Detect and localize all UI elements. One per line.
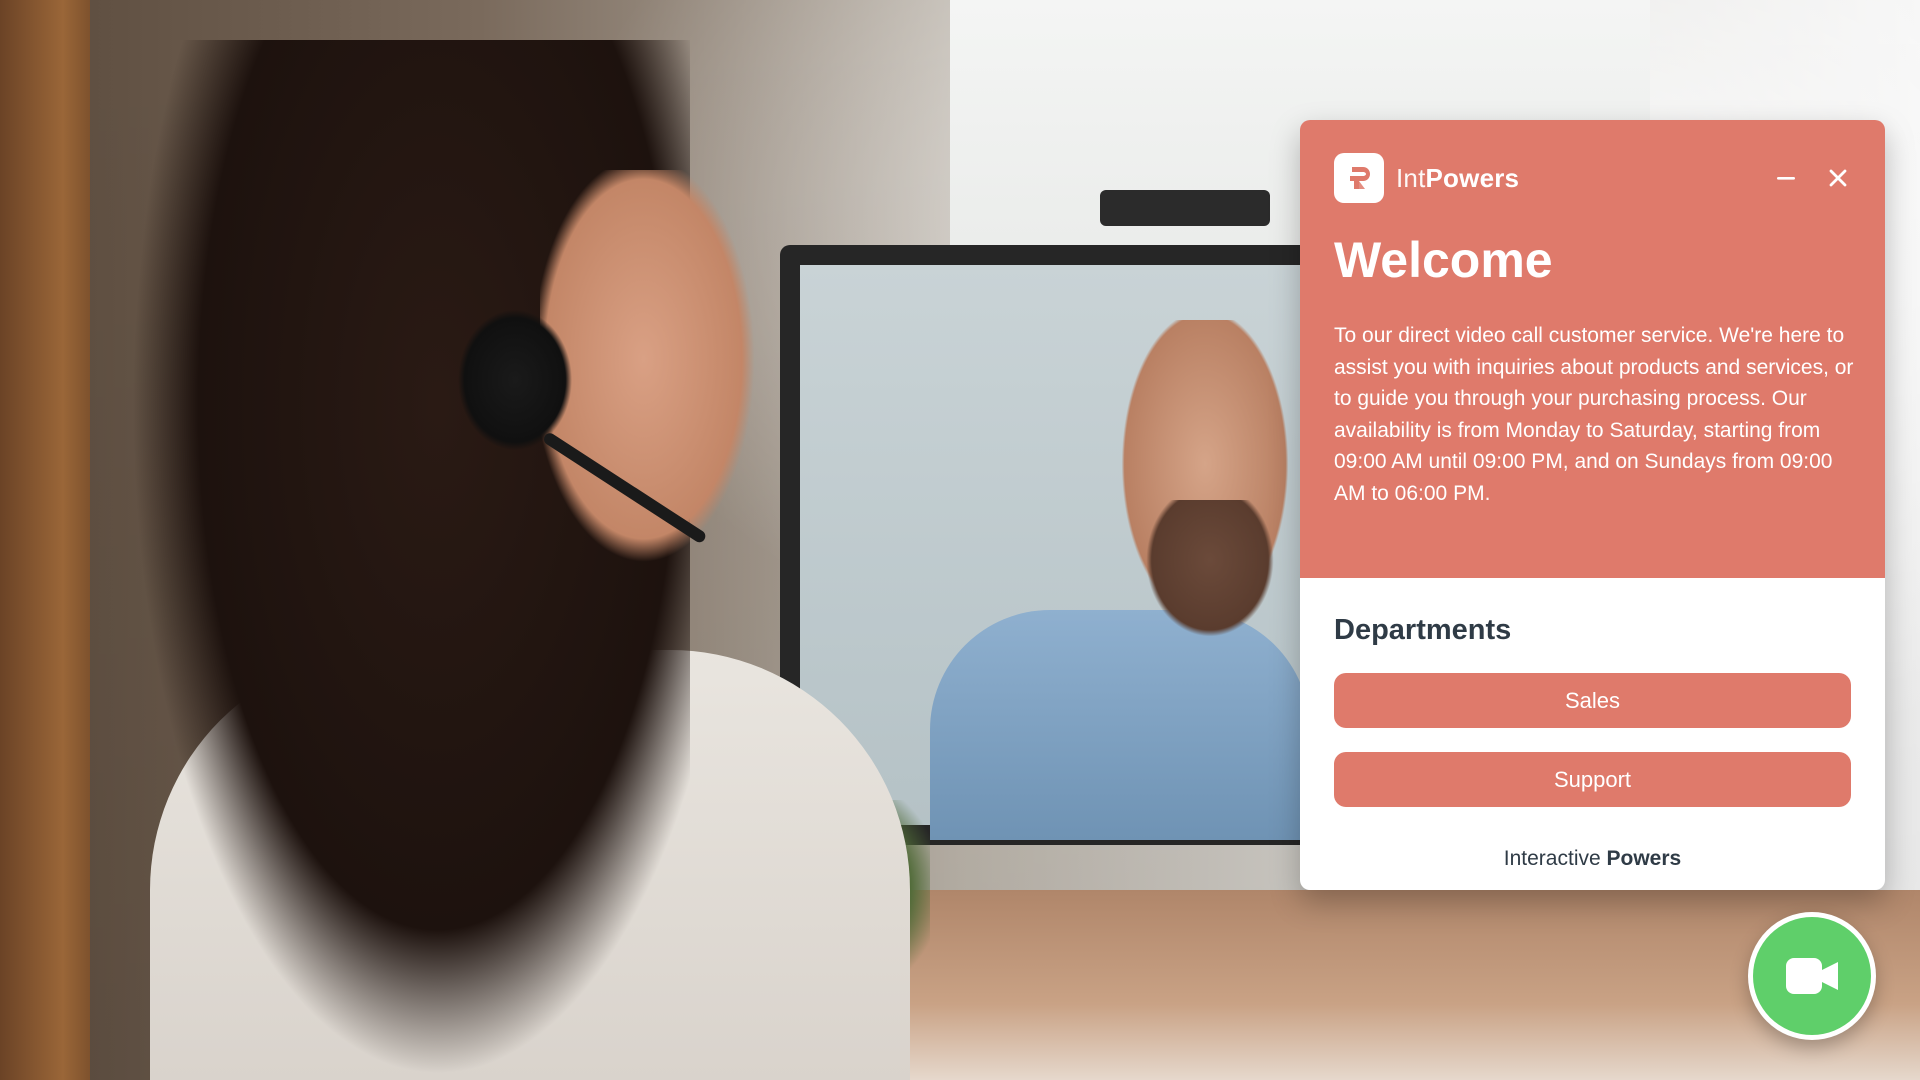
welcome-intro-text: To our direct video call customer servic… bbox=[1334, 324, 1854, 505]
widget-footer: Interactive Powers bbox=[1300, 847, 1885, 871]
brand-name: IntPowers bbox=[1396, 152, 1519, 204]
video-call-button[interactable] bbox=[1748, 912, 1876, 1040]
window-controls bbox=[1769, 160, 1855, 196]
background-webcam bbox=[1100, 190, 1270, 226]
close-button[interactable] bbox=[1821, 161, 1855, 195]
intpowers-logo-icon bbox=[1334, 153, 1384, 203]
close-icon bbox=[1829, 169, 1847, 187]
brand: IntPowers bbox=[1334, 152, 1519, 204]
video-call-button-inner bbox=[1753, 917, 1871, 1035]
department-support-button[interactable]: Support bbox=[1334, 752, 1851, 807]
chat-widget: IntPowers Welcome To our direct video ca… bbox=[1300, 120, 1885, 890]
minimize-icon bbox=[1777, 177, 1795, 180]
widget-header: IntPowers Welcome To our direct video ca… bbox=[1300, 120, 1885, 578]
welcome-title: Welcome bbox=[1334, 232, 1553, 288]
background-headset bbox=[450, 300, 580, 460]
footer-text-part1: Interactive bbox=[1503, 847, 1607, 870]
departments-title: Departments bbox=[1334, 614, 1512, 646]
background-shelf bbox=[0, 0, 90, 1080]
video-camera-icon bbox=[1786, 958, 1838, 994]
department-sales-button[interactable]: Sales bbox=[1334, 673, 1851, 728]
background-man-beard bbox=[1135, 500, 1285, 650]
minimize-button[interactable] bbox=[1769, 161, 1803, 195]
footer-text-part2: Powers bbox=[1606, 847, 1682, 870]
brand-name-powers: Powers bbox=[1425, 163, 1520, 193]
brand-name-int: Int bbox=[1396, 163, 1426, 193]
